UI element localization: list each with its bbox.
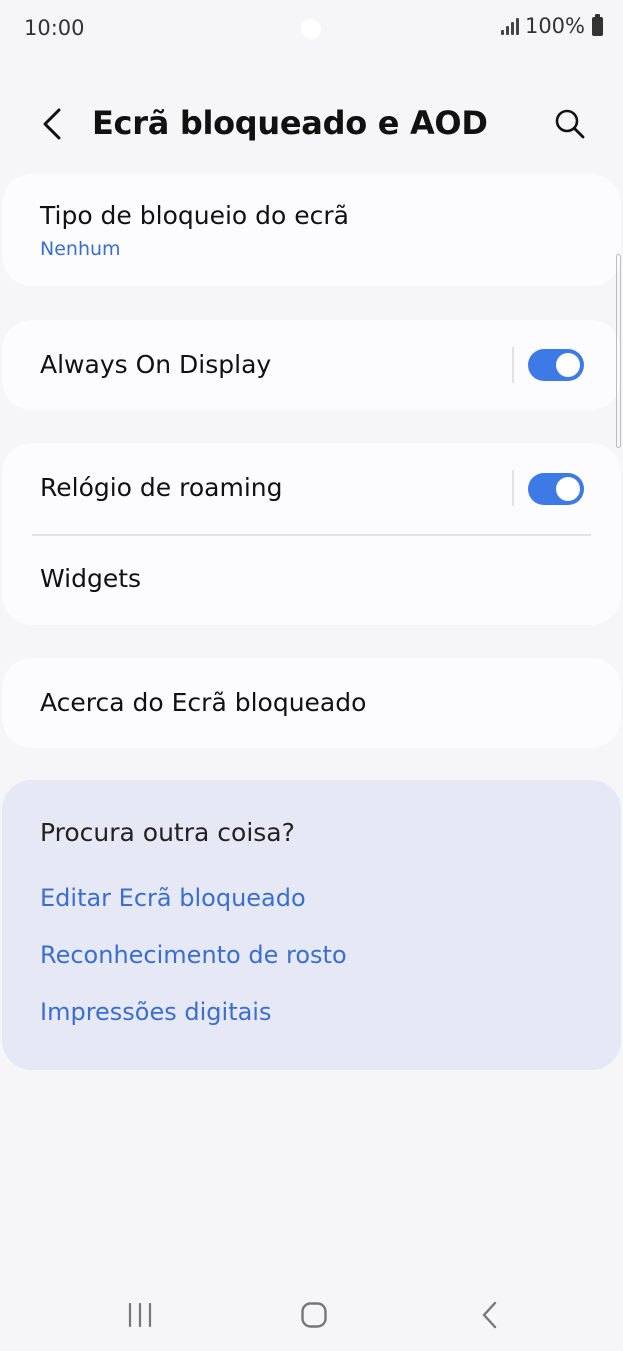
status-indicators: 100% [500,13,603,38]
signal-icon [500,17,519,35]
lock-type-title: Tipo de bloqueio do ecrã [40,201,349,230]
recents-icon [128,1302,152,1328]
battery-icon [592,13,603,36]
navigation-bar [0,1280,623,1351]
about-card: Acerca do Ecrã bloqueado [2,658,621,748]
lock-type-value: Nenhum [40,238,121,260]
search-button[interactable] [550,104,590,144]
roaming-clock-toggle[interactable] [528,473,584,505]
back-chevron-icon [43,108,61,140]
app-header: Ecrã bloqueado e AOD [0,86,623,162]
roaming-clock-row[interactable]: Relógio de roaming [2,443,621,534]
lock-type-card: Tipo de bloqueio do ecrã Nenhum [2,174,621,286]
toggle-divider [512,347,514,383]
widgets-row[interactable]: Widgets [2,536,621,625]
aod-title: Always On Display [40,350,272,379]
suggestion-link-fingerprints[interactable]: Impressões digitais [40,998,271,1026]
roaming-clock-title: Relógio de roaming [40,473,283,502]
front-camera-cutout [301,19,321,39]
toggle-knob [556,353,580,377]
aod-card: Always On Display [2,320,621,410]
clock-widgets-card: Relógio de roaming Widgets [2,443,621,625]
lock-type-row[interactable]: Tipo de bloqueio do ecrã Nenhum [2,174,621,286]
nav-back-button[interactable] [470,1298,510,1332]
recents-button[interactable] [120,1300,160,1330]
page-title: Ecrã bloqueado e AOD [92,104,488,142]
back-button[interactable] [32,104,72,144]
toggle-knob [556,477,580,501]
search-icon [555,109,585,139]
suggestions-card: Procura outra coisa? Editar Ecrã bloquea… [2,780,621,1070]
home-icon [301,1302,327,1328]
about-row[interactable]: Acerca do Ecrã bloqueado [2,658,621,748]
status-time: 10:00 [24,16,85,40]
suggestions-title: Procura outra coisa? [40,818,295,847]
about-title: Acerca do Ecrã bloqueado [40,688,367,717]
toggle-divider [512,470,514,506]
aod-toggle[interactable] [528,349,584,381]
aod-row[interactable]: Always On Display [2,320,621,410]
widgets-title: Widgets [40,564,142,593]
suggestion-link-edit-lock-screen[interactable]: Editar Ecrã bloqueado [40,884,306,912]
back-icon [482,1301,497,1329]
battery-percentage: 100% [524,14,585,38]
scrollbar[interactable] [616,254,621,448]
suggestion-link-face-recognition[interactable]: Reconhecimento de rosto [40,941,347,969]
status-bar: 10:00 100% [0,0,623,56]
home-button[interactable] [294,1298,334,1332]
